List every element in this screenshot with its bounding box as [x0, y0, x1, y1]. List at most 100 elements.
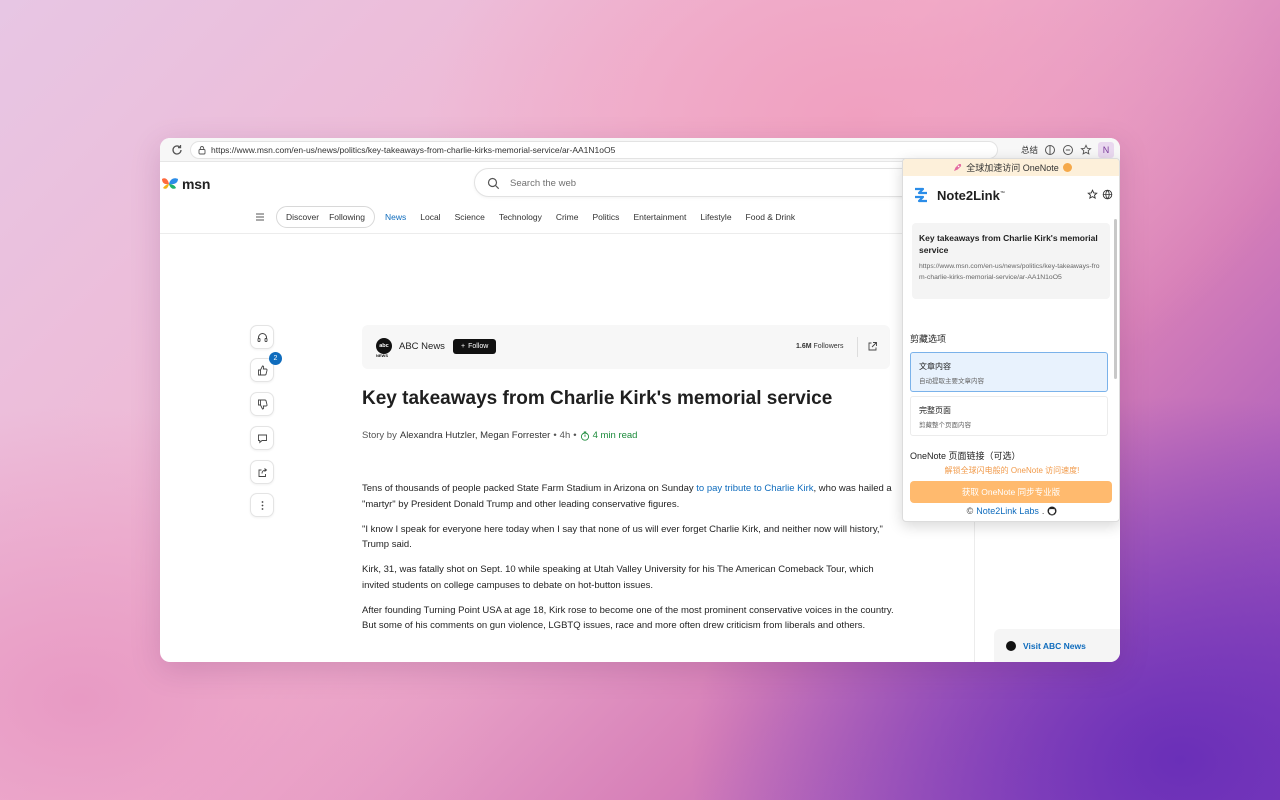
- reload-icon[interactable]: [170, 143, 184, 157]
- read-time: 4 min read: [580, 430, 638, 441]
- tribute-link[interactable]: to pay tribute to Charlie Kirk: [696, 483, 813, 494]
- note2link-extension-icon[interactable]: N: [1098, 142, 1114, 158]
- follow-label: Follow: [468, 343, 489, 350]
- url-text: https://www.msn.com/en-us/news/politics/…: [211, 145, 616, 155]
- listen-button[interactable]: [250, 325, 274, 349]
- more-vertical-icon: [261, 500, 263, 510]
- followers-number: 1.6M: [796, 343, 812, 350]
- note2link-logo-icon: [915, 187, 927, 203]
- star-icon[interactable]: [1087, 189, 1098, 200]
- promo-banner[interactable]: 全球加速访问 OneNote: [903, 159, 1119, 176]
- paragraph-text: Tens of thousands of people packed State…: [362, 483, 697, 494]
- option-full-page[interactable]: 完整页面 剪藏整个页面内容: [910, 396, 1108, 436]
- reader-icon[interactable]: [1044, 144, 1056, 156]
- footer-period: .: [1041, 506, 1045, 516]
- get-pro-button[interactable]: 获取 OneNote 同步专业版: [910, 481, 1112, 503]
- card-divider: [857, 337, 858, 357]
- option-article-content[interactable]: 文章内容 自动提取主要文章内容: [910, 352, 1108, 392]
- rocket-icon: [954, 163, 962, 171]
- story-by-label: Story by: [362, 430, 397, 441]
- visit-source-link[interactable]: Visit ABC News: [1023, 641, 1086, 651]
- follow-button[interactable]: + Follow: [453, 339, 497, 354]
- nav-technology[interactable]: Technology: [499, 212, 542, 222]
- share-icon: [258, 467, 267, 477]
- nav-entertainment[interactable]: Entertainment: [633, 212, 686, 222]
- comment-button[interactable]: [250, 426, 274, 450]
- byline-separator: •: [573, 430, 577, 441]
- visit-source-card[interactable]: Visit ABC News: [994, 629, 1120, 662]
- category-nav: Discover Following News Local Science Te…: [254, 206, 809, 228]
- paragraph: After founding Turning Point USA at age …: [362, 604, 894, 632]
- github-icon[interactable]: [1047, 506, 1057, 516]
- like-count-badge: 2: [269, 352, 282, 365]
- article-body: Tens of thousands of people packed State…: [362, 481, 896, 643]
- read-time-label: 4 min read: [592, 430, 638, 441]
- source-card: abc NEWS ABC News + Follow 1.6M Follower…: [362, 325, 890, 369]
- summarize-button[interactable]: 总结: [1021, 144, 1038, 156]
- promo-badge-icon: [1062, 163, 1072, 172]
- followers-label: Followers: [813, 343, 844, 350]
- more-options-button[interactable]: [250, 493, 274, 517]
- nav-food-drink[interactable]: Food & Drink: [746, 212, 796, 222]
- favorite-star-icon[interactable]: [1080, 144, 1092, 156]
- promo-text: 全球加速访问 OneNote: [966, 163, 1059, 173]
- option-description: 自动提取主要文章内容: [919, 378, 984, 385]
- nav-science[interactable]: Science: [455, 212, 485, 222]
- feed-toggle: Discover Following: [276, 206, 375, 228]
- followers-count: 1.6M Followers: [796, 343, 843, 350]
- browser-window: https://www.msn.com/en-us/news/politics/…: [160, 138, 1120, 662]
- lock-icon[interactable]: [197, 145, 207, 155]
- publish-time: 4h: [559, 430, 571, 441]
- nav-news[interactable]: News: [385, 212, 406, 222]
- copyright-symbol: ©: [966, 506, 974, 516]
- search-icon: [487, 177, 500, 190]
- article-title: Key takeaways from Charlie Kirk's memori…: [362, 388, 833, 409]
- nav-crime[interactable]: Crime: [556, 212, 579, 222]
- toolbar-actions: 总结 N: [1021, 141, 1114, 159]
- popup-brand: Note2Link™: [912, 185, 1005, 205]
- note2link-popup: 全球加速访问 OneNote Note2Link™ Key takeaways …: [902, 158, 1120, 522]
- paragraph: Tens of thousands of people packed State…: [362, 481, 896, 512]
- share-button[interactable]: [250, 460, 274, 484]
- thumbs-down-icon: [257, 399, 267, 409]
- brand-name: Note2Link™: [937, 188, 1005, 203]
- page-url: https://www.msn.com/en-us/news/politics/…: [919, 263, 1100, 281]
- external-link-icon[interactable]: [867, 341, 878, 352]
- timer-icon: [580, 431, 589, 441]
- headphones-icon: [257, 332, 267, 342]
- source-name[interactable]: ABC News: [399, 341, 445, 352]
- option-description: 剪藏整个页面内容: [919, 422, 971, 429]
- address-bar[interactable]: https://www.msn.com/en-us/news/politics/…: [190, 141, 998, 159]
- byline-separator: •: [553, 430, 557, 441]
- msn-butterfly-icon: [162, 178, 178, 189]
- unlock-promo-text[interactable]: 解锁全球闪电般的 OneNote 访问速度!: [903, 465, 1119, 476]
- nav-lifestyle[interactable]: Lifestyle: [700, 212, 731, 222]
- onenote-link-label: OneNote 页面链接（可选）: [910, 451, 1021, 461]
- menu-icon[interactable]: [254, 211, 266, 223]
- option-title: 完整页面: [919, 406, 951, 415]
- brand-name-text: Note2Link: [937, 187, 1000, 203]
- thumbs-up-icon: [257, 365, 267, 375]
- msn-wordmark: msn: [182, 176, 211, 192]
- plus-icon: +: [461, 343, 466, 350]
- msn-logo[interactable]: msn: [160, 174, 210, 194]
- popup-footer: © Note2Link Labs.: [903, 506, 1119, 516]
- search-input[interactable]: Search the web: [474, 168, 974, 197]
- tab-following[interactable]: Following: [324, 212, 370, 222]
- labs-link[interactable]: Note2Link Labs: [976, 506, 1039, 516]
- comment-icon: [257, 434, 267, 444]
- abc-news-logo[interactable]: abc: [376, 338, 392, 354]
- globe-icon[interactable]: [1102, 189, 1113, 200]
- zoom-icon[interactable]: [1062, 144, 1074, 156]
- page-info-card: Key takeaways from Charlie Kirk's memori…: [912, 223, 1110, 299]
- authors[interactable]: Alexandra Hutzler, Megan Forrester: [400, 430, 550, 441]
- brand-trademark: ™: [999, 190, 1005, 197]
- header-divider: [160, 233, 975, 234]
- nav-local[interactable]: Local: [420, 212, 440, 222]
- paragraph: Kirk, 31, was fatally shot on Sept. 10 w…: [362, 564, 874, 591]
- nav-politics[interactable]: Politics: [593, 212, 620, 222]
- dislike-button[interactable]: [250, 392, 274, 416]
- popup-scrollbar[interactable]: [1114, 219, 1117, 379]
- popup-actions: [1087, 189, 1113, 200]
- tab-discover[interactable]: Discover: [281, 212, 324, 222]
